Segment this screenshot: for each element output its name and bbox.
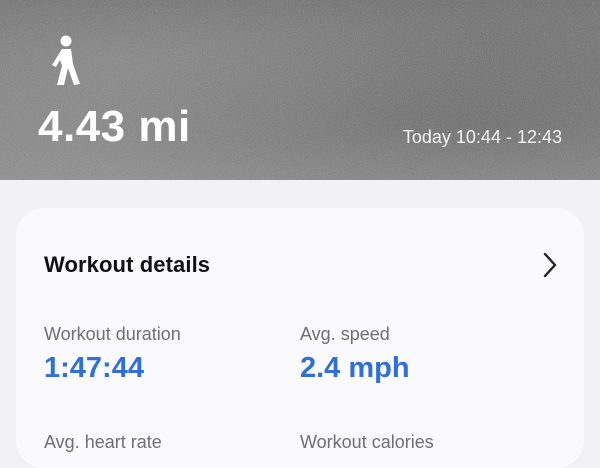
- workout-time-range: Today 10:44 - 12:43: [402, 127, 562, 147]
- workout-details-card[interactable]: Workout details Workout duration 1:47:44…: [16, 208, 584, 468]
- metric-label: Avg. speed: [300, 324, 390, 344]
- metric-workout-duration: Workout duration 1:47:44: [44, 323, 181, 385]
- workout-details-title: Workout details: [44, 252, 211, 277]
- hero-banner: 4.43 mi Today 10:44 - 12:43: [0, 0, 600, 180]
- metric-workout-calories: Workout calories: [300, 431, 434, 459]
- workout-distance: 4.43 mi: [38, 102, 191, 151]
- metric-label: Workout duration: [44, 324, 181, 344]
- metric-avg-speed: Avg. speed 2.4 mph: [300, 323, 410, 385]
- asphalt-texture: [0, 0, 600, 180]
- chevron-right-icon[interactable]: [540, 250, 560, 280]
- metric-value: 1:47:44: [44, 352, 144, 384]
- metric-avg-heart-rate: Avg. heart rate: [44, 431, 162, 459]
- walking-person-icon: [44, 34, 88, 86]
- metric-value: 2.4 mph: [300, 352, 410, 384]
- workout-details-header[interactable]: Workout details: [44, 250, 557, 280]
